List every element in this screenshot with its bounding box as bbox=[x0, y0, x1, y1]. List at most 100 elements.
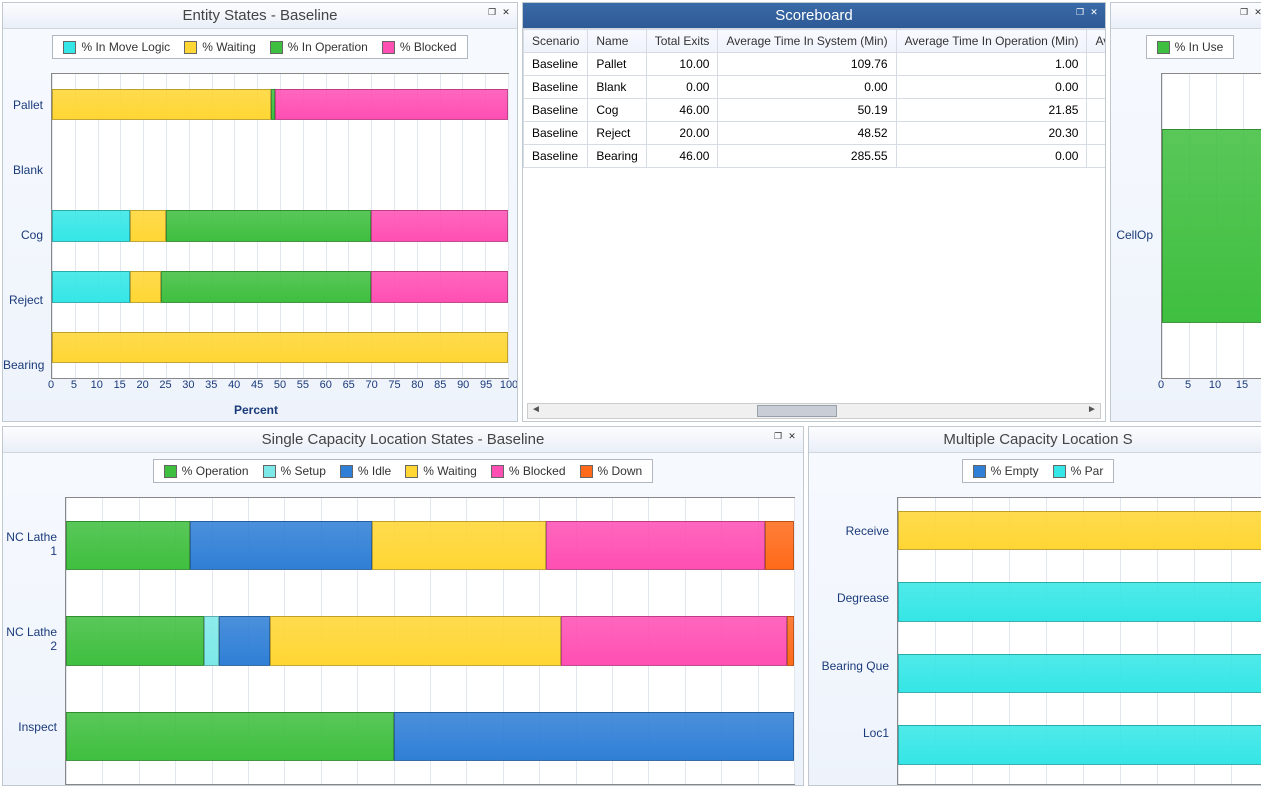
table-cell bbox=[1087, 76, 1105, 99]
horizontal-scrollbar[interactable]: ◄ ► bbox=[527, 403, 1101, 419]
scoreboard-table[interactable]: ScenarioNameTotal ExitsAverage Time In S… bbox=[523, 29, 1105, 168]
table-cell: 48.52 bbox=[718, 122, 896, 145]
scroll-right-icon[interactable]: ► bbox=[1084, 404, 1100, 418]
x-tick: 50 bbox=[274, 379, 286, 391]
y-category: NC Lathe 1 bbox=[3, 530, 63, 558]
single-cap-legend: % Operation % Setup % Idle % Waiting % B… bbox=[153, 459, 653, 483]
bar-segment bbox=[52, 332, 508, 364]
multi-cap-plot bbox=[897, 497, 1261, 785]
table-cell: 20.30 bbox=[896, 122, 1087, 145]
single-cap-title-bar[interactable]: Single Capacity Location States - Baseli… bbox=[3, 427, 803, 453]
legend-label: % Waiting bbox=[423, 464, 477, 478]
panel-title: Single Capacity Location States - Baseli… bbox=[262, 431, 545, 448]
table-cell: Bearing bbox=[588, 145, 646, 168]
table-row[interactable]: BaselinePallet10.00109.761.00 bbox=[524, 53, 1106, 76]
table-header[interactable]: Total Exits bbox=[646, 30, 718, 53]
bar-segment bbox=[66, 712, 394, 762]
entity-legend: % In Move Logic % Waiting % In Operation… bbox=[52, 35, 467, 59]
restore-icon[interactable]: ❐ bbox=[485, 7, 499, 19]
x-tick: 70 bbox=[365, 379, 377, 391]
table-cell: Blank bbox=[588, 76, 646, 99]
table-cell: Pallet bbox=[588, 53, 646, 76]
bar-segment bbox=[270, 616, 561, 666]
legend-label: % In Use bbox=[1175, 40, 1224, 54]
legend-label: % Setup bbox=[281, 464, 326, 478]
entity-states-title-bar[interactable]: Entity States - Baseline ❐ ✕ bbox=[3, 3, 517, 29]
resource-title-bar[interactable]: ❐ ✕ bbox=[1111, 3, 1261, 29]
y-category: CellOp bbox=[1111, 228, 1159, 242]
bar-segment bbox=[52, 271, 130, 303]
legend-label: % Waiting bbox=[202, 40, 256, 54]
bar-segment bbox=[561, 616, 787, 666]
table-cell: 0.00 bbox=[646, 76, 718, 99]
x-tick: 45 bbox=[251, 379, 263, 391]
table-row[interactable]: BaselineBlank0.000.000.00 bbox=[524, 76, 1106, 99]
x-tick: 60 bbox=[320, 379, 332, 391]
resource-legend: % In Use bbox=[1146, 35, 1235, 59]
table-cell: 50.19 bbox=[718, 99, 896, 122]
resource-states-panel: ❐ ✕ % In Use CellOp 05101520 bbox=[1110, 2, 1261, 422]
table-cell: Baseline bbox=[524, 122, 588, 145]
multi-cap-title-bar[interactable]: Multiple Capacity Location S bbox=[809, 427, 1261, 453]
scroll-left-icon[interactable]: ◄ bbox=[528, 404, 544, 418]
y-category: Degrease bbox=[809, 591, 895, 605]
y-category: Loc1 bbox=[809, 726, 895, 740]
multi-cap-legend: % Empty % Par bbox=[962, 459, 1115, 483]
table-cell: 0.00 bbox=[896, 145, 1087, 168]
legend-label: % Idle bbox=[358, 464, 391, 478]
close-icon[interactable]: ✕ bbox=[785, 431, 799, 443]
x-tick: 0 bbox=[1158, 379, 1164, 391]
bar-segment bbox=[765, 521, 794, 571]
x-axis-title: Percent bbox=[3, 403, 509, 417]
legend-label: % Operation bbox=[182, 464, 249, 478]
table-cell: 109.76 bbox=[718, 53, 896, 76]
table-cell: Baseline bbox=[524, 145, 588, 168]
close-icon[interactable]: ✕ bbox=[1251, 7, 1261, 19]
bar-segment bbox=[371, 210, 508, 242]
table-row[interactable]: BaselineBearing46.00285.550.00 bbox=[524, 145, 1106, 168]
scroll-thumb[interactable] bbox=[757, 405, 837, 417]
table-cell bbox=[1087, 122, 1105, 145]
x-tick: 10 bbox=[1209, 379, 1221, 391]
legend-label: % Down bbox=[598, 464, 643, 478]
bar-segment bbox=[898, 511, 1261, 550]
table-header[interactable]: Average Time In Operation (Min) bbox=[896, 30, 1087, 53]
entity-states-panel: Entity States - Baseline ❐ ✕ % In Move L… bbox=[2, 2, 518, 422]
bar-segment bbox=[898, 582, 1261, 621]
scoreboard-title-bar[interactable]: Scoreboard ❐ ✕ bbox=[523, 3, 1105, 29]
bar-segment bbox=[204, 616, 219, 666]
close-icon[interactable]: ✕ bbox=[1087, 7, 1101, 19]
y-category: Receive bbox=[809, 524, 895, 538]
bar-segment bbox=[898, 654, 1261, 693]
bar-segment bbox=[130, 271, 162, 303]
x-tick: 100 bbox=[500, 379, 517, 391]
legend-label: % In Move Logic bbox=[81, 40, 170, 54]
table-cell bbox=[1087, 99, 1105, 122]
restore-icon[interactable]: ❐ bbox=[1237, 7, 1251, 19]
panel-title: Entity States - Baseline bbox=[182, 7, 337, 24]
table-header[interactable]: Average Time In System (Min) bbox=[718, 30, 896, 53]
table-cell: Baseline bbox=[524, 99, 588, 122]
bar-segment bbox=[275, 89, 508, 121]
bar-segment bbox=[66, 616, 204, 666]
table-cell: 21.85 bbox=[896, 99, 1087, 122]
table-row[interactable]: BaselineReject20.0048.5220.30 bbox=[524, 122, 1106, 145]
bar-segment bbox=[161, 271, 371, 303]
x-tick: 95 bbox=[480, 379, 492, 391]
table-header[interactable]: Averag bbox=[1087, 30, 1105, 53]
bar-segment bbox=[371, 271, 508, 303]
legend-label: % Blocked bbox=[509, 464, 566, 478]
table-cell bbox=[1087, 53, 1105, 76]
bar-segment bbox=[166, 210, 371, 242]
restore-icon[interactable]: ❐ bbox=[771, 431, 785, 443]
close-icon[interactable]: ✕ bbox=[499, 7, 513, 19]
y-category: Pallet bbox=[3, 98, 49, 112]
restore-icon[interactable]: ❐ bbox=[1073, 7, 1087, 19]
x-tick: 65 bbox=[343, 379, 355, 391]
bar-segment bbox=[394, 712, 794, 762]
bar-segment bbox=[52, 210, 130, 242]
table-header[interactable]: Name bbox=[588, 30, 646, 53]
table-header[interactable]: Scenario bbox=[524, 30, 588, 53]
table-row[interactable]: BaselineCog46.0050.1921.85 bbox=[524, 99, 1106, 122]
y-category: Blank bbox=[3, 163, 49, 177]
